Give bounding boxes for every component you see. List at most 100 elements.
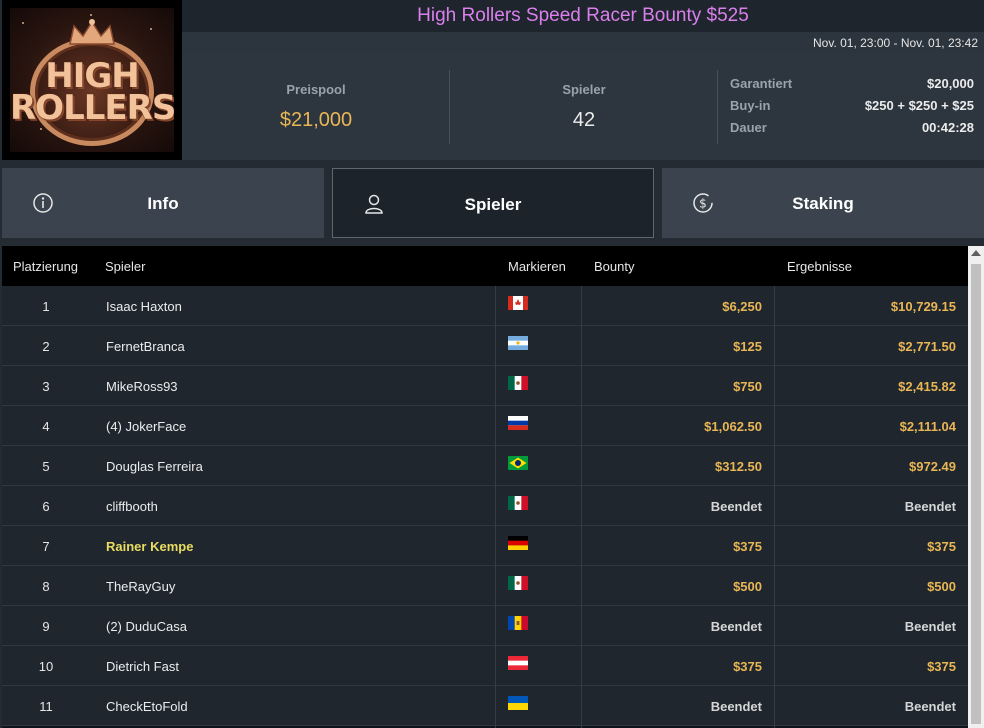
players-table: Platzierung Spieler Markieren Bounty Erg…	[2, 246, 968, 728]
row-bounty: $6,250	[722, 299, 762, 314]
table-row[interactable]: 4 (4) JokerFace $1,062.50 $2,111.04	[2, 406, 968, 446]
table-scrollbar[interactable]	[968, 246, 984, 728]
table-row[interactable]: 3 MikeRoss93 $750 $2,415.82	[2, 366, 968, 406]
header-result[interactable]: Ergebnisse	[787, 259, 852, 274]
column-divider	[495, 286, 496, 728]
row-bounty: $375	[733, 659, 762, 674]
header-bounty[interactable]: Bounty	[594, 259, 634, 274]
table-row[interactable]: 1 Isaac Haxton $6,250 $10,729.15	[2, 286, 968, 326]
row-result: Beendet	[904, 499, 956, 514]
row-player-name[interactable]: MikeRoss93	[106, 379, 178, 394]
tournament-logo: HIGH ROLLERS	[2, 0, 182, 160]
tournament-title: High Rollers Speed Racer Bounty $525	[417, 5, 749, 26]
players-label: Spieler	[562, 82, 606, 97]
row-player-name[interactable]: CheckEtoFold	[106, 699, 188, 714]
table-row[interactable]: 10 Dietrich Fast $375 $375	[2, 646, 968, 686]
table-row[interactable]: 7 Rainer Kempe $375 $375	[2, 526, 968, 566]
row-bounty: $750	[733, 379, 762, 394]
row-result: $375	[927, 659, 956, 674]
row-rank: 5	[42, 459, 50, 474]
row-bounty: $500	[733, 579, 762, 594]
duration-value: 00:42:28	[921, 120, 974, 135]
row-player-name[interactable]: Isaac Haxton	[106, 299, 182, 314]
table-row[interactable]: 5 Douglas Ferreira $312.50 $972.49	[2, 446, 968, 486]
row-rank: 6	[42, 499, 50, 514]
guaranteed-row: Garantiert $20,000	[730, 76, 976, 98]
tab-info[interactable]: Info	[2, 168, 324, 238]
logo-artwork: HIGH ROLLERS	[10, 8, 174, 152]
row-result: $972.49	[909, 459, 956, 474]
canada-flag-icon	[508, 296, 528, 310]
row-rank: 7	[42, 539, 50, 554]
buyin-label: Buy-in	[730, 98, 771, 113]
duration-row: Dauer 00:42:28	[730, 120, 976, 142]
row-result: $375	[927, 539, 956, 554]
date-bar: Nov. 01, 23:00 - Nov. 01, 23:42	[182, 32, 984, 54]
row-rank: 9	[42, 619, 50, 634]
row-player-name[interactable]: Dietrich Fast	[106, 659, 179, 674]
row-bounty: Beendet	[710, 619, 762, 634]
row-bounty: Beendet	[710, 699, 762, 714]
row-result: $2,111.04	[899, 419, 956, 434]
table-row[interactable]: 2 FernetBranca $125 $2,771.50	[2, 326, 968, 366]
logo-text-rollers: ROLLERS	[10, 88, 174, 128]
ukraine-flag-icon	[508, 696, 528, 710]
mexico-flag-icon	[508, 376, 528, 390]
tournament-stats-panel: Preispool $21,000 Spieler 42 Garantiert …	[182, 54, 984, 160]
austria-flag-icon	[508, 656, 528, 670]
row-player-name[interactable]: TheRayGuy	[106, 579, 175, 594]
row-rank: 10	[38, 659, 54, 674]
tournament-info-grid: Garantiert $20,000 Buy-in $250 + $250 + …	[730, 76, 976, 142]
mexico-flag-icon	[508, 496, 528, 510]
row-bounty: $375	[733, 539, 762, 554]
table-row[interactable]: 11 CheckEtoFold Beendet Beendet	[2, 686, 968, 726]
tab-players-label: Spieler	[464, 195, 522, 214]
row-bounty: $1,062.50	[704, 419, 762, 434]
row-player-name[interactable]: (4) JokerFace	[106, 419, 186, 434]
header-rank[interactable]: Platzierung	[13, 259, 78, 274]
row-player-name[interactable]: Rainer Kempe	[106, 539, 193, 554]
tab-players[interactable]: Spieler	[332, 168, 654, 238]
table-row[interactable]: 9 (2) DuduCasa Beendet Beendet	[2, 606, 968, 646]
guaranteed-value: $20,000	[927, 76, 974, 91]
scroll-up-arrow-icon[interactable]	[971, 250, 981, 256]
row-player-name[interactable]: cliffbooth	[106, 499, 158, 514]
column-divider	[774, 286, 775, 728]
argentina-flag-icon	[508, 336, 528, 350]
row-bounty: Beendet	[710, 499, 762, 514]
header-mark[interactable]: Markieren	[508, 259, 566, 274]
mexico-flag-icon	[508, 576, 528, 590]
buyin-value: $250 + $250 + $25	[864, 98, 974, 113]
row-rank: 2	[42, 339, 50, 354]
header-player[interactable]: Spieler	[105, 259, 145, 274]
row-player-name[interactable]: Douglas Ferreira	[106, 459, 203, 474]
row-rank: 8	[42, 579, 50, 594]
row-result: $10,729.15	[890, 299, 956, 314]
row-player-name[interactable]: FernetBranca	[106, 339, 185, 354]
row-player-name[interactable]: (2) DuduCasa	[106, 619, 187, 634]
duration-label: Dauer	[730, 120, 767, 135]
prize-pool-value: $21,000	[279, 109, 353, 131]
row-bounty: $125	[733, 339, 762, 354]
table-row[interactable]: 6 cliffbooth Beendet Beendet	[2, 486, 968, 526]
prize-pool-stat: Preispool $21,000	[182, 70, 450, 132]
crown-icon	[69, 19, 115, 45]
moldova-flag-icon	[508, 616, 528, 630]
players-stat: Spieler 42	[450, 70, 718, 132]
guaranteed-label: Garantiert	[730, 76, 793, 91]
stats-divider	[717, 70, 718, 144]
tab-info-label: Info	[147, 194, 179, 213]
scrollbar-thumb[interactable]	[971, 264, 981, 724]
tab-staking-label: Staking	[792, 194, 854, 213]
tournament-date-range: Nov. 01, 23:00 - Nov. 01, 23:42	[813, 36, 978, 50]
prize-pool-label: Preispool	[286, 82, 346, 97]
buyin-row: Buy-in $250 + $250 + $25	[730, 98, 976, 120]
tab-staking[interactable]: $ Staking	[662, 168, 984, 238]
table-row[interactable]: 8 TheRayGuy $500 $500	[2, 566, 968, 606]
russia-flag-icon	[508, 416, 528, 430]
row-rank: 3	[42, 379, 50, 394]
row-result: $2,771.50	[898, 339, 956, 354]
column-divider	[581, 286, 582, 728]
germany-flag-icon	[508, 536, 528, 550]
row-result: $500	[927, 579, 956, 594]
